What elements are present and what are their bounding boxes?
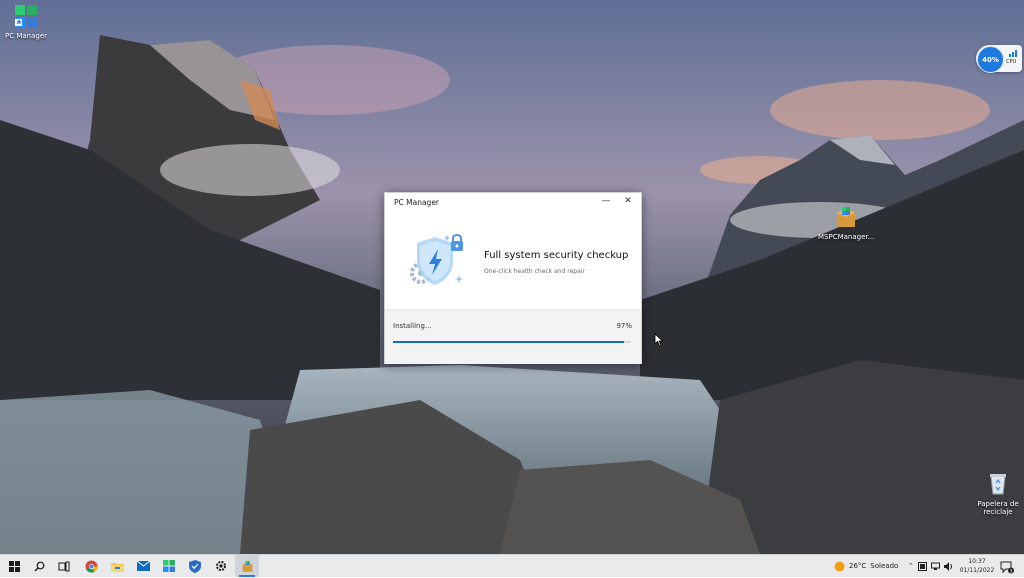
cpu-label: CPU xyxy=(1006,59,1017,65)
security-icon xyxy=(189,559,201,573)
dialog-title: PC Manager xyxy=(394,198,440,207)
settings-taskbar-button[interactable] xyxy=(209,555,233,577)
mspcmanager-desktop-icon[interactable]: MSPCManager... xyxy=(818,205,874,241)
system-tray: ⌃ xyxy=(908,555,954,577)
minimize-icon: — xyxy=(601,196,611,206)
chrome-icon xyxy=(85,560,97,573)
weather-temp: 26°C xyxy=(849,562,867,570)
notification-count: 3 xyxy=(1010,568,1013,574)
notification-center-button[interactable]: 3 xyxy=(1000,559,1014,578)
recycle-bin-desktop-icon[interactable]: Papelera de reciclaje xyxy=(976,472,1020,516)
desktop-icon-label: PC Manager xyxy=(4,32,48,40)
cpu-percent: 40% xyxy=(977,46,1004,73)
search-button[interactable] xyxy=(27,555,51,577)
shield-lightning-icon xyxy=(410,234,463,285)
desktop-icon-label: MSPCManager... xyxy=(818,233,875,241)
install-progress-area: Installing... 97% xyxy=(385,309,641,364)
task-view-icon xyxy=(58,561,70,571)
progress-bar-fill xyxy=(393,341,624,343)
dialog-subheading: One-click health check and repair xyxy=(484,268,585,275)
weather-widget[interactable]: 26°C Soleado xyxy=(834,555,898,577)
pc-manager-taskbar-icon xyxy=(242,560,252,572)
file-explorer-icon xyxy=(110,562,124,572)
mail-icon xyxy=(136,561,150,571)
task-view-button[interactable] xyxy=(52,555,76,577)
taskbar: 26°C Soleado ⌃ 10:37 01/11/2022 3 xyxy=(0,554,1024,577)
install-status-text: Installing... xyxy=(393,322,432,330)
pc-manager-taskbar-button[interactable] xyxy=(235,555,259,577)
file-explorer-taskbar-button[interactable] xyxy=(105,555,129,577)
cpu-usage-widget[interactable]: 40% CPU xyxy=(976,45,1022,73)
network-icon[interactable] xyxy=(930,562,940,571)
notification-icon: 3 xyxy=(1000,561,1014,574)
start-button[interactable] xyxy=(2,555,26,577)
chrome-taskbar-button[interactable] xyxy=(79,555,103,577)
pc-manager-desktop-icon[interactable]: PC Manager xyxy=(4,4,48,40)
desktop-icon-label: Papelera de reciclaje xyxy=(977,500,1019,516)
minimize-button[interactable]: — xyxy=(600,194,612,208)
store-icon xyxy=(163,560,175,572)
pc-manager-installer-dialog: PC Manager — ✕ Full system security chec… xyxy=(384,192,642,364)
installer-package-icon xyxy=(837,207,855,227)
progress-bar xyxy=(393,341,631,343)
sun-icon xyxy=(834,561,845,571)
mail-taskbar-button[interactable] xyxy=(131,555,155,577)
volume-icon[interactable] xyxy=(943,561,954,571)
security-taskbar-button[interactable] xyxy=(183,555,207,577)
cpu-graph-icon xyxy=(1009,50,1017,57)
close-button[interactable]: ✕ xyxy=(622,194,634,208)
install-percent: 97% xyxy=(616,322,632,330)
recycle-bin-icon xyxy=(990,474,1006,495)
search-icon xyxy=(34,561,44,571)
tray-app-icon[interactable] xyxy=(917,561,927,571)
close-icon: ✕ xyxy=(624,196,632,206)
desktop: PC Manager MSPCManager... Papelera de re… xyxy=(0,0,1024,554)
mouse-cursor-icon xyxy=(654,333,664,347)
weather-condition: Soleado xyxy=(870,562,899,570)
settings-icon xyxy=(216,561,226,571)
store-taskbar-button[interactable] xyxy=(157,555,181,577)
pc-manager-app-icon xyxy=(15,5,37,27)
taskbar-clock[interactable]: 10:37 01/11/2022 xyxy=(957,557,997,575)
dialog-heading: Full system security checkup xyxy=(484,250,629,261)
windows-start-icon xyxy=(8,560,20,572)
clock-date: 01/11/2022 xyxy=(959,567,995,574)
clock-time: 10:37 xyxy=(968,558,986,565)
tray-chevron-up-icon[interactable]: ⌃ xyxy=(908,562,914,570)
